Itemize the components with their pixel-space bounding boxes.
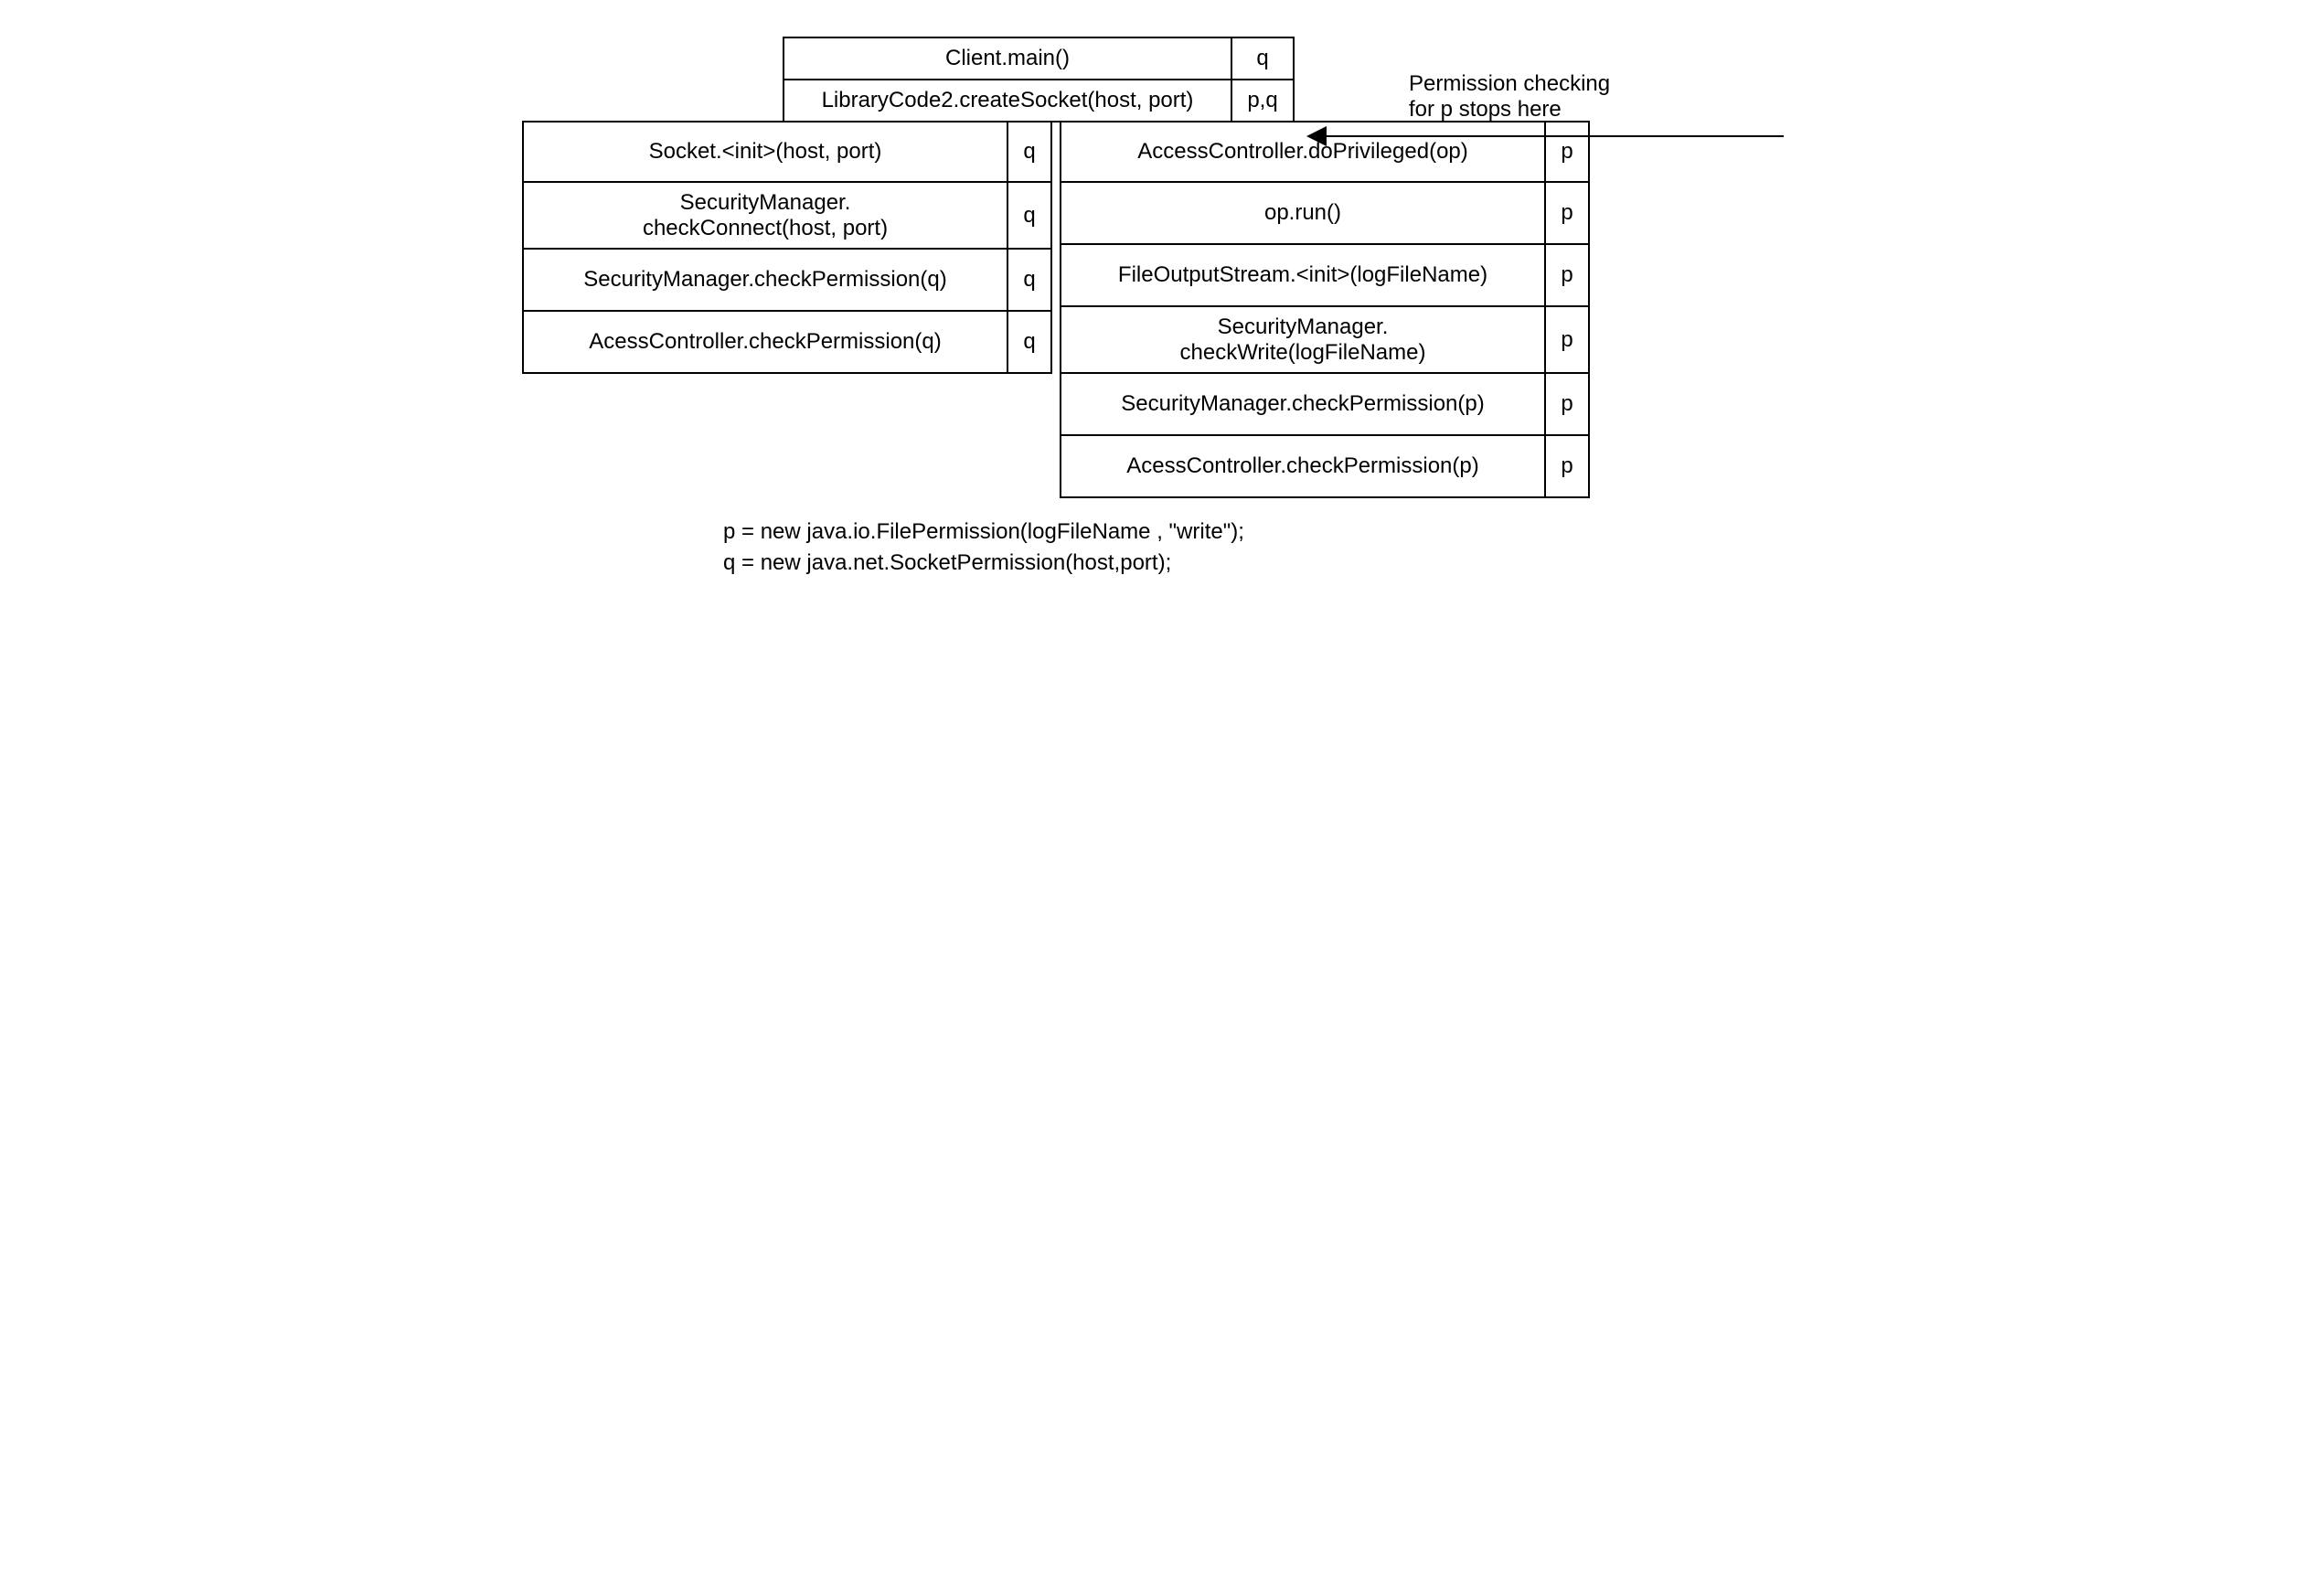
table-row: Client.main() q bbox=[783, 37, 1295, 80]
stack-frame-label: SecurityManager.checkPermission(q) bbox=[522, 250, 1007, 312]
table-row: SecurityManager.checkPermission(q) q bbox=[522, 250, 1052, 312]
stack-frame-label: op.run() bbox=[1060, 183, 1544, 245]
stack-frame-label: AcessController.checkPermission(p) bbox=[1060, 436, 1544, 498]
stack-frame-permission: q bbox=[1231, 37, 1295, 80]
stack-frame-label: AcessController.checkPermission(q) bbox=[522, 312, 1007, 374]
stack-frame-permission: p,q bbox=[1231, 80, 1295, 123]
table-row: LibraryCode2.createSocket(host, port) p,… bbox=[783, 80, 1295, 123]
stack-frame-label: Socket.<init>(host, port) bbox=[522, 121, 1007, 183]
stack-frame-label: SecurityManager. checkConnect(host, port… bbox=[522, 183, 1007, 250]
right-stack: AccessController.doPrivileged(op) p op.r… bbox=[1060, 121, 1590, 498]
stack-frame-label: FileOutputStream.<init>(logFileName) bbox=[1060, 245, 1544, 307]
stack-frame-permission: p bbox=[1544, 183, 1590, 245]
table-row: SecurityManager.checkPermission(p) p bbox=[1060, 374, 1590, 436]
stack-frame-permission: q bbox=[1007, 183, 1052, 250]
stack-frame-label: LibraryCode2.createSocket(host, port) bbox=[783, 80, 1231, 123]
arrow-line bbox=[1308, 135, 1784, 137]
stack-frame-permission: p bbox=[1544, 245, 1590, 307]
annotation-text: Permission checking for p stops here bbox=[1409, 71, 1610, 123]
stack-frame-permission: p bbox=[1544, 374, 1590, 436]
top-stack: Client.main() q LibraryCode2.createSocke… bbox=[783, 37, 1295, 123]
stack-frame-label: Client.main() bbox=[783, 37, 1231, 80]
table-row: op.run() p bbox=[1060, 183, 1590, 245]
stack-frame-permission: q bbox=[1007, 250, 1052, 312]
stack-frame-label: SecurityManager.checkPermission(p) bbox=[1060, 374, 1544, 436]
legend-p: p = new java.io.FilePermission(logFileNa… bbox=[723, 517, 1802, 548]
table-row: AcessController.checkPermission(p) p bbox=[1060, 436, 1590, 498]
stack-frame-permission: p bbox=[1544, 307, 1590, 374]
branch-columns: Socket.<init>(host, port) q SecurityMana… bbox=[522, 121, 1802, 498]
table-row: FileOutputStream.<init>(logFileName) p bbox=[1060, 245, 1590, 307]
table-row: AcessController.checkPermission(q) q bbox=[522, 312, 1052, 374]
table-row: Socket.<init>(host, port) q bbox=[522, 121, 1052, 183]
annotation-line2: for p stops here bbox=[1409, 97, 1610, 123]
stack-frame-label: SecurityManager. checkWrite(logFileName) bbox=[1060, 307, 1544, 374]
left-stack: Socket.<init>(host, port) q SecurityMana… bbox=[522, 121, 1052, 498]
table-row: SecurityManager. checkWrite(logFileName)… bbox=[1060, 307, 1590, 374]
diagram-container: Permission checking for p stops here Cli… bbox=[522, 37, 1802, 578]
legend-q: q = new java.net.SocketPermission(host,p… bbox=[723, 548, 1802, 579]
stack-frame-permission: p bbox=[1544, 436, 1590, 498]
legend: p = new java.io.FilePermission(logFileNa… bbox=[723, 517, 1802, 578]
annotation-line1: Permission checking bbox=[1409, 71, 1610, 97]
arrow-head-icon bbox=[1306, 126, 1327, 146]
stack-frame-permission: q bbox=[1007, 121, 1052, 183]
annotation: Permission checking for p stops here bbox=[1308, 80, 1784, 137]
table-row: SecurityManager. checkConnect(host, port… bbox=[522, 183, 1052, 250]
stack-frame-permission: q bbox=[1007, 312, 1052, 374]
